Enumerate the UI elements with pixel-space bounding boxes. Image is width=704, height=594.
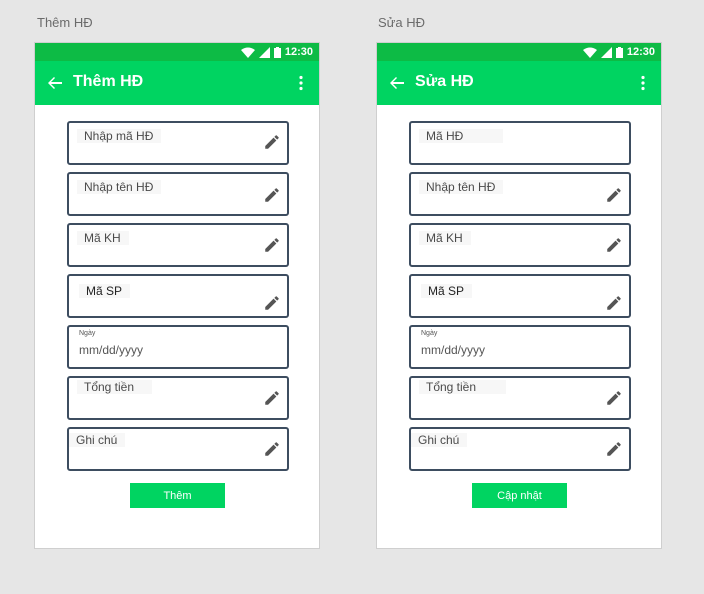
field-label: Ghi chú	[69, 433, 126, 447]
field-label: Nhập tên HĐ	[77, 180, 162, 194]
battery-icon	[615, 46, 623, 58]
field-label: Mã KH	[77, 231, 129, 245]
edit-pencil-icon[interactable]	[605, 389, 623, 407]
field-label: Tổng tiền	[419, 380, 507, 394]
back-arrow-icon[interactable]	[389, 75, 405, 91]
field-label: Mã KH	[419, 231, 471, 245]
update-button[interactable]: Cập nhật	[472, 483, 567, 508]
edit-pencil-icon[interactable]	[605, 186, 623, 204]
contract-name-field[interactable]: Nhập tên HĐ	[409, 172, 631, 216]
battery-icon	[273, 46, 281, 58]
add-button[interactable]: Thêm	[130, 483, 225, 508]
note-field[interactable]: Ghi chú	[409, 427, 631, 471]
toolbar-title: Thêm HĐ	[73, 73, 144, 90]
artboard-label-add: Thêm HĐ	[37, 15, 93, 30]
edit-pencil-icon[interactable]	[605, 440, 623, 458]
contract-name-field[interactable]: Nhập tên HĐ	[67, 172, 289, 216]
field-label: Nhập tên HĐ	[419, 180, 504, 194]
field-label: Ghi chú	[411, 433, 468, 447]
wifi-icon	[582, 47, 597, 58]
more-vert-icon[interactable]	[293, 75, 309, 91]
edit-pencil-icon[interactable]	[263, 440, 281, 458]
status-time: 12:30	[284, 46, 313, 58]
phone-screen-edit: 12:30 Sửa HĐ Mã HĐ Nhập tên HĐ Mã KH Mã …	[376, 42, 662, 549]
edit-pencil-icon[interactable]	[263, 294, 281, 312]
edit-pencil-icon[interactable]	[263, 133, 281, 151]
signal-icon	[258, 46, 270, 58]
edit-pencil-icon[interactable]	[605, 294, 623, 312]
edit-pencil-icon[interactable]	[263, 236, 281, 254]
edit-pencil-icon[interactable]	[263, 186, 281, 204]
field-label: Mã HĐ	[419, 129, 504, 143]
wifi-icon	[240, 47, 255, 58]
total-amount-field[interactable]: Tổng tiền	[67, 376, 289, 420]
field-label: Mã SP	[79, 284, 131, 298]
customer-code-field[interactable]: Mã KH	[67, 223, 289, 267]
date-field[interactable]: Ngày mm/dd/yyyy	[409, 325, 631, 369]
contract-code-field[interactable]: Nhập mã HĐ	[67, 121, 289, 165]
product-code-field[interactable]: Mã SP	[409, 274, 631, 318]
customer-code-field[interactable]: Mã KH	[409, 223, 631, 267]
date-field[interactable]: Ngày mm/dd/yyyy	[67, 325, 289, 369]
toolbar-title: Sửa HĐ	[415, 73, 474, 90]
back-arrow-icon[interactable]	[47, 75, 63, 91]
date-label: Ngày	[421, 330, 438, 337]
date-value: mm/dd/yyyy	[421, 343, 486, 357]
field-label: Nhập mã HĐ	[77, 129, 162, 143]
edit-pencil-icon[interactable]	[263, 389, 281, 407]
phone-screen-add: 12:30 Thêm HĐ Nhập mã HĐ Nhập tên HĐ Mã …	[34, 42, 320, 549]
field-label: Mã SP	[421, 284, 473, 298]
date-label: Ngày	[79, 330, 96, 337]
status-time: 12:30	[626, 46, 655, 58]
artboard-label-edit: Sửa HĐ	[378, 15, 425, 30]
field-label: Tổng tiền	[77, 380, 153, 394]
date-value: mm/dd/yyyy	[79, 343, 144, 357]
app-toolbar: Sửa HĐ	[377, 61, 661, 105]
edit-pencil-icon[interactable]	[605, 236, 623, 254]
product-code-field[interactable]: Mã SP	[67, 274, 289, 318]
contract-code-field[interactable]: Mã HĐ	[409, 121, 631, 165]
signal-icon	[600, 46, 612, 58]
note-field[interactable]: Ghi chú	[67, 427, 289, 471]
app-toolbar: Thêm HĐ	[35, 61, 319, 105]
total-amount-field[interactable]: Tổng tiền	[409, 376, 631, 420]
status-bar: 12:30	[35, 43, 319, 61]
more-vert-icon[interactable]	[635, 75, 651, 91]
status-bar: 12:30	[377, 43, 661, 61]
